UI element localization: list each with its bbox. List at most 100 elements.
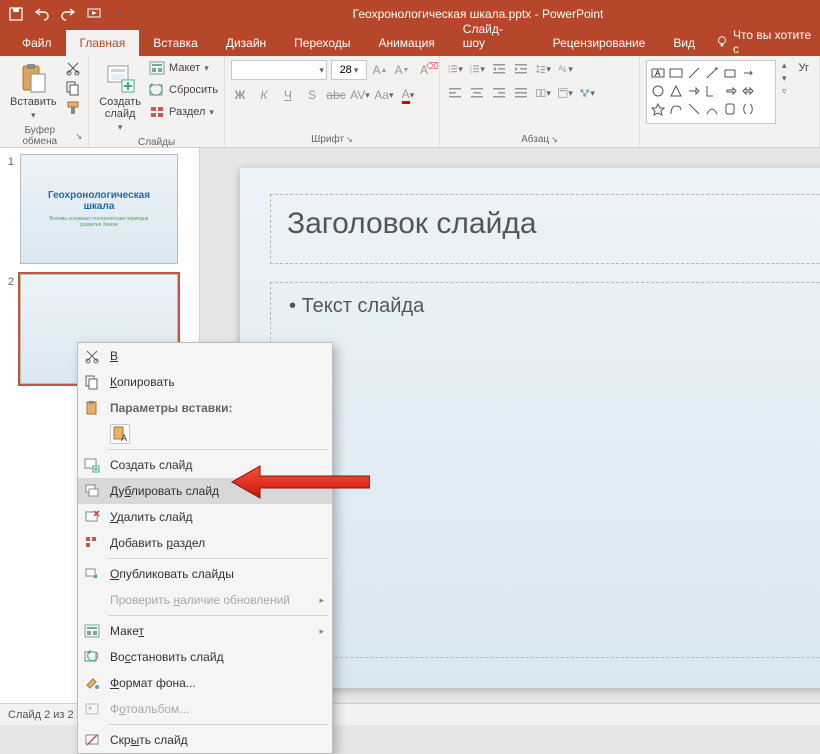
annotation-arrow <box>230 464 370 500</box>
paste-button[interactable]: Вставить ▾ <box>6 60 61 123</box>
align-text-button[interactable]: ▾ <box>556 84 574 102</box>
hide-icon <box>82 730 102 750</box>
paste-icon <box>82 398 102 418</box>
paste-keep-icon: A <box>110 424 130 444</box>
clear-formatting-button[interactable]: A⌫ <box>415 61 433 79</box>
ribbon-tabs: Файл Главная Вставка Дизайн Переходы Ани… <box>0 28 820 56</box>
tab-file[interactable]: Файл <box>8 30 66 56</box>
font-family-combo[interactable]: ▾ <box>231 60 327 80</box>
ctx-publish-slides[interactable]: Опубликовать слайды <box>78 561 332 587</box>
thumbnail-1[interactable]: 1 Геохронологическая шкала Восемь основн… <box>4 154 195 264</box>
format-painter-icon[interactable] <box>65 100 81 116</box>
tab-view[interactable]: Вид <box>659 30 709 56</box>
ctx-paste-option-keep[interactable]: A <box>78 421 332 447</box>
ctx-delete-slide[interactable]: Удалить слайд <box>78 504 332 530</box>
paste-label: Вставить <box>10 96 57 108</box>
layout-icon <box>82 621 102 641</box>
shapes-scroll-down[interactable]: ▾ <box>782 73 787 84</box>
save-icon[interactable] <box>8 6 24 22</box>
ctx-add-section[interactable]: Добавить раздел <box>78 530 332 556</box>
arrange-button[interactable]: Уг <box>794 60 813 76</box>
tab-insert[interactable]: Вставка <box>139 30 212 56</box>
group-font-label: Шрифт↘ <box>231 132 433 145</box>
group-font: ▾ 28▾ A▲ A▼ A⌫ Ж К Ч S abc AV▾ Aa▾ A▾ Шр… <box>225 56 440 147</box>
photoalbum-icon <box>82 699 102 719</box>
duplicate-icon <box>82 481 102 501</box>
start-slideshow-icon[interactable] <box>86 6 102 22</box>
align-right-button[interactable] <box>490 84 508 102</box>
tab-design[interactable]: Дизайн <box>212 30 280 56</box>
new-slide-icon <box>104 62 136 94</box>
qat-customize-icon[interactable]: ▾ <box>112 6 128 22</box>
copy-icon <box>82 372 102 392</box>
ctx-layout[interactable]: Макет ▸ <box>78 618 332 644</box>
scissors-icon <box>82 346 102 366</box>
group-drawing: A <box>640 56 820 147</box>
svg-text:A: A <box>558 64 563 72</box>
new-slide-icon <box>82 455 102 475</box>
undo-icon[interactable] <box>34 6 50 22</box>
tab-transitions[interactable]: Переходы <box>280 30 364 56</box>
change-case-button[interactable]: Aa▾ <box>375 86 393 104</box>
cut-icon[interactable] <box>65 60 81 76</box>
new-slide-button[interactable]: Создать слайд ▾ <box>95 60 145 135</box>
smartart-button[interactable]: ▾ <box>578 84 596 102</box>
italic-button[interactable]: К <box>255 86 273 104</box>
line-spacing-button[interactable]: ▾ <box>534 60 552 78</box>
tab-home[interactable]: Главная <box>66 30 140 56</box>
title-bar: ▾ Геохронологическая шкала.pptx - PowerP… <box>0 0 820 28</box>
context-menu: В Копировать Параметры вставки: A Создат… <box>77 342 333 754</box>
shrink-font-button[interactable]: A▼ <box>393 61 411 79</box>
ctx-copy[interactable]: Копировать <box>78 369 332 395</box>
svg-text:A: A <box>121 433 127 443</box>
redo-icon[interactable] <box>60 6 76 22</box>
underline-button[interactable]: Ч <box>279 86 297 104</box>
tab-slideshow[interactable]: Слайд-шоу <box>449 16 539 56</box>
reset-button[interactable]: Сбросить <box>149 82 218 98</box>
font-color-button[interactable]: A▾ <box>399 86 417 104</box>
ribbon: Вставить ▾ Буфер обмена↘ Создать слайд ▾… <box>0 56 820 148</box>
format-bg-icon <box>82 673 102 693</box>
align-left-button[interactable] <box>446 84 464 102</box>
tab-animations[interactable]: Анимация <box>364 30 448 56</box>
align-center-button[interactable] <box>468 84 486 102</box>
ctx-check-updates: Проверить наличие обновлений ▸ <box>78 587 332 613</box>
grow-font-button[interactable]: A▲ <box>371 61 389 79</box>
numbering-button[interactable]: 123▾ <box>468 60 486 78</box>
group-clipboard-label: Буфер обмена↘ <box>6 123 82 147</box>
text-direction-button[interactable]: A▾ <box>556 60 574 78</box>
group-paragraph: ▾ 123▾ ▾ A▾ ▾ ▾ ▾ Абзац↘ <box>440 56 640 147</box>
svg-text:A: A <box>655 69 661 78</box>
increase-indent-button[interactable] <box>512 60 530 78</box>
ctx-restore-slide[interactable]: Восстановить слайд <box>78 644 332 670</box>
layout-button[interactable]: Макет▾ <box>149 60 218 76</box>
shapes-scroll-up[interactable]: ▴ <box>782 60 787 71</box>
columns-button[interactable]: ▾ <box>534 84 552 102</box>
font-size-combo[interactable]: 28▾ <box>331 60 367 80</box>
delete-icon <box>82 507 102 527</box>
shapes-more[interactable]: ▿ <box>782 86 787 97</box>
group-paragraph-label: Абзац↘ <box>446 132 633 145</box>
reset-icon <box>149 82 165 98</box>
ctx-format-background[interactable]: Формат фона... <box>78 670 332 696</box>
shadow-button[interactable]: S <box>303 86 321 104</box>
bullets-button[interactable]: ▾ <box>446 60 464 78</box>
strikethrough-button[interactable]: abc <box>327 86 345 104</box>
section-button[interactable]: Раздел▾ <box>149 104 218 120</box>
ctx-hide-slide[interactable]: Скрыть слайд <box>78 727 332 753</box>
tell-me-search[interactable]: Что вы хотите с <box>715 28 820 56</box>
title-placeholder[interactable]: Заголовок слайда <box>270 194 820 264</box>
char-spacing-button[interactable]: AV▾ <box>351 86 369 104</box>
bold-button[interactable]: Ж <box>231 86 249 104</box>
tab-review[interactable]: Рецензирование <box>539 30 660 56</box>
ctx-cut[interactable]: В <box>78 343 332 369</box>
group-slides: Создать слайд ▾ Макет▾ Сбросить Раздел▾ … <box>89 56 225 147</box>
justify-button[interactable] <box>512 84 530 102</box>
restore-icon <box>82 647 102 667</box>
decrease-indent-button[interactable] <box>490 60 508 78</box>
ctx-paste-options-header: Параметры вставки: <box>78 395 332 421</box>
group-drawing-label <box>646 143 813 145</box>
section-icon <box>149 104 165 120</box>
copy-icon[interactable] <box>65 80 81 96</box>
shapes-gallery[interactable]: A <box>646 60 776 124</box>
